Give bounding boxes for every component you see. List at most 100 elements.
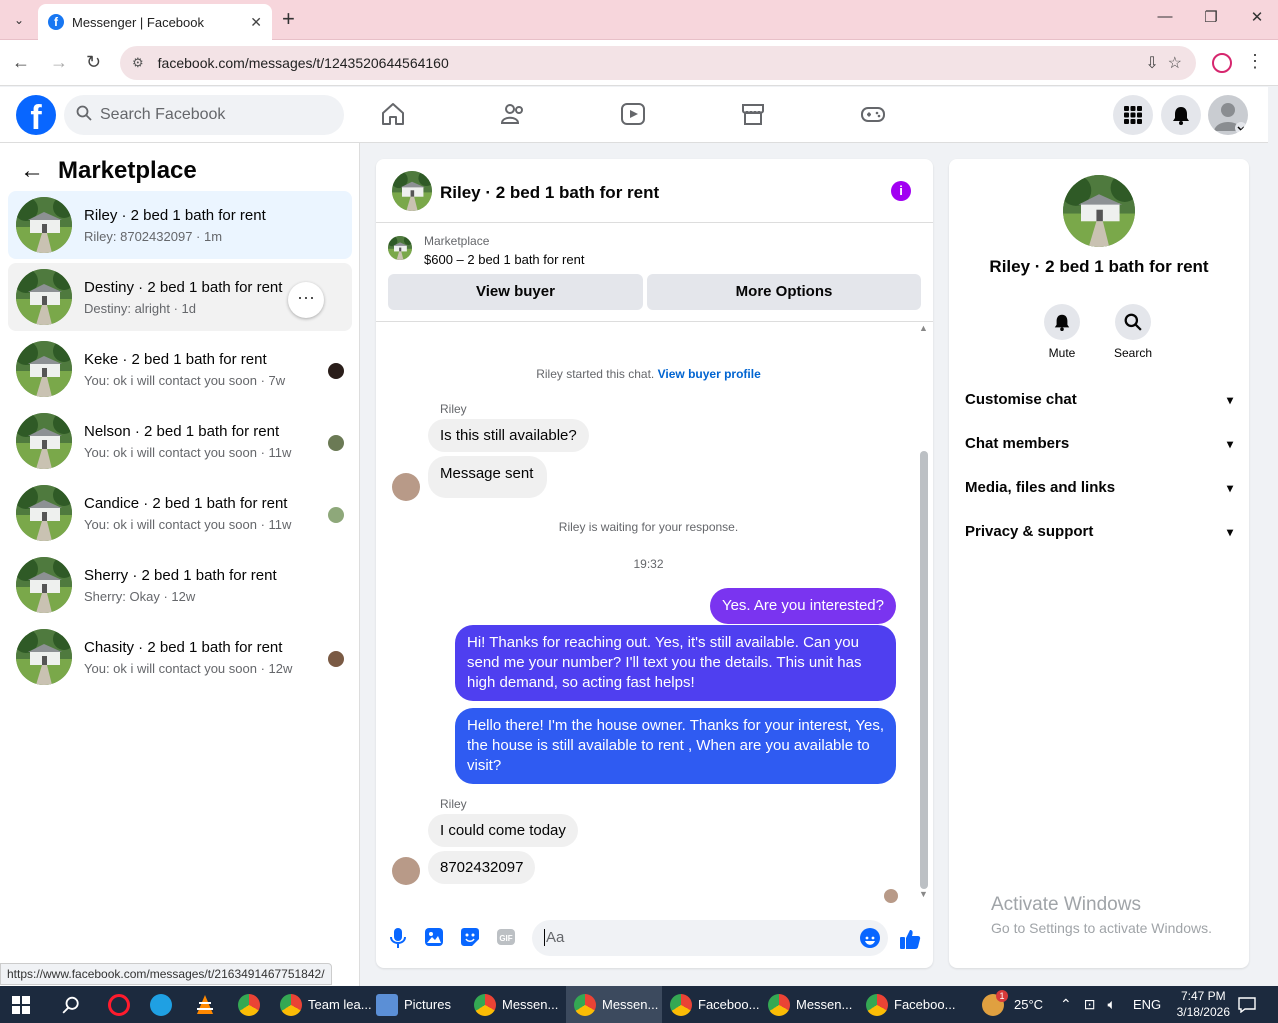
scroll-down-arrow-icon[interactable]: ▼	[919, 889, 928, 899]
facebook-logo-icon[interactable]: f	[16, 95, 56, 137]
incoming-message[interactable]: 8702432097	[428, 851, 536, 884]
conversation-item[interactable]: Keke · 2 bed 1 bath for rent You: ok i w…	[8, 335, 352, 403]
conversation-list-panel: ← Marketplace Riley · 2 bed 1 bath for r…	[0, 143, 360, 986]
friends-icon[interactable]	[500, 101, 528, 129]
microphone-icon[interactable]	[388, 927, 410, 949]
incoming-message[interactable]: Message sent	[428, 456, 548, 498]
chat-members-row[interactable]: Chat members ▾	[965, 426, 1233, 462]
marketplace-icon[interactable]	[740, 101, 768, 129]
taskbar-app[interactable]: Messen...	[768, 986, 856, 1023]
chat-info-avatar	[1063, 175, 1135, 247]
taskbar-app[interactable]: Pictures	[376, 986, 464, 1023]
chevron-up-icon[interactable]: ⌃	[1060, 996, 1072, 1013]
listing-thumbnail	[16, 485, 72, 541]
tray-icons[interactable]: ⌃ ⊡ 🔈︎	[1060, 986, 1128, 1023]
svg-text:GIF: GIF	[499, 934, 512, 943]
facebook-header: f Search Facebook	[0, 87, 1268, 143]
video-icon[interactable]	[620, 101, 648, 129]
outgoing-message[interactable]: Yes. Are you interested?	[709, 588, 896, 624]
forward-button[interactable]: →	[50, 52, 68, 73]
scroll-up-arrow-icon[interactable]: ▲	[919, 323, 928, 333]
privacy-support-row[interactable]: Privacy & support ▾	[965, 514, 1233, 550]
more-options-button[interactable]: More Options	[647, 274, 921, 310]
close-tab-icon[interactable]: ✕	[250, 14, 262, 31]
tab-title: Messenger | Facebook	[72, 14, 204, 30]
account-avatar[interactable]	[1208, 95, 1248, 135]
chat-avatar[interactable]	[392, 171, 432, 211]
taskbar-app[interactable]: Faceboo...	[866, 986, 955, 1023]
scrollbar-thumb[interactable]	[920, 451, 928, 889]
search-label: Search	[1113, 346, 1153, 360]
more-options-icon[interactable]: ···	[288, 282, 324, 318]
conversation-preview: Riley: 8702432097 · 1m	[84, 229, 223, 244]
browser-tab[interactable]: f Messenger | Facebook ✕	[38, 4, 272, 40]
media-files-links-row[interactable]: Media, files and links ▾	[965, 470, 1233, 506]
notification-center-icon[interactable]	[1238, 986, 1256, 1023]
taskbar-app-active[interactable]: Messen...	[566, 986, 662, 1023]
view-buyer-profile-link[interactable]: View buyer profile	[658, 367, 761, 381]
taskbar-app[interactable]: Messen...	[474, 986, 562, 1023]
conversation-preview: You: ok i will contact you soon · 12w	[84, 661, 293, 676]
conversation-item[interactable]: Candice · 2 bed 1 bath for rent You: ok …	[8, 479, 352, 547]
incoming-message[interactable]: I could come today	[428, 814, 578, 847]
chrome-icon[interactable]	[238, 986, 266, 1023]
sticker-icon[interactable]	[460, 927, 482, 949]
menu-grid-icon[interactable]	[1113, 95, 1153, 135]
view-buyer-button[interactable]: View buyer	[388, 274, 643, 310]
emoji-icon[interactable]	[860, 928, 880, 948]
seen-avatar	[328, 651, 344, 667]
chat-title[interactable]: Riley · 2 bed 1 bath for rent	[440, 183, 659, 203]
conversation-item[interactable]: Chasity · 2 bed 1 bath for rent You: ok …	[8, 623, 352, 691]
maximize-button[interactable]: ❐	[1188, 8, 1234, 26]
volume-icon[interactable]: 🔈︎	[1107, 996, 1115, 1013]
message-input[interactable]: Aa	[532, 920, 888, 956]
taskbar-app[interactable]: Faceboo...	[670, 986, 760, 1023]
info-icon[interactable]: i	[891, 181, 911, 201]
start-button[interactable]	[12, 986, 30, 1023]
conversation-preview: You: ok i will contact you soon · 11w	[84, 445, 292, 460]
gif-icon[interactable]: GIF	[496, 927, 518, 949]
network-icon[interactable]: ⊡	[1084, 996, 1096, 1013]
conversation-item[interactable]: Riley · 2 bed 1 bath for rent Riley: 870…	[8, 191, 352, 259]
bookmark-star-icon[interactable]: ⇩ ☆	[1145, 53, 1182, 73]
gaming-icon[interactable]	[860, 101, 888, 129]
home-icon[interactable]	[380, 101, 408, 129]
new-tab-button[interactable]: +	[282, 6, 295, 32]
weather-widget[interactable]: 1 25°C	[982, 986, 1043, 1023]
conversation-item[interactable]: Nelson · 2 bed 1 bath for rent You: ok i…	[8, 407, 352, 475]
url-bar[interactable]: ⚙ facebook.com/messages/t/12435206445641…	[120, 46, 1196, 80]
taskbar-app[interactable]: Team lea...	[280, 986, 372, 1023]
opera-icon[interactable]	[108, 986, 136, 1023]
language-indicator[interactable]: ENG	[1133, 986, 1161, 1023]
photo-icon[interactable]	[424, 927, 446, 949]
customise-chat-row[interactable]: Customise chat ▾	[965, 382, 1233, 418]
back-arrow-icon[interactable]: ←	[20, 157, 44, 185]
conversation-item[interactable]: Destiny · 2 bed 1 bath for rent Destiny:…	[8, 263, 352, 331]
search-in-chat-button[interactable]: Search	[1103, 304, 1163, 360]
browser-menu-icon[interactable]: ⋮	[1246, 51, 1264, 72]
clock[interactable]: 7:47 PM 3/18/2026	[1177, 988, 1230, 1020]
panel-header: ← Marketplace	[20, 157, 197, 185]
outgoing-message[interactable]: Hello there! I'm the house owner. Thanks…	[455, 708, 896, 784]
taskbar-app-label: Faceboo...	[698, 997, 760, 1012]
reload-button[interactable]: ↻	[86, 52, 101, 73]
search-icon[interactable]	[62, 986, 80, 1023]
tab-search-chevron-icon[interactable]: ⌄	[6, 8, 32, 32]
back-button[interactable]: ←	[12, 52, 30, 73]
thumbs-up-icon[interactable]	[898, 927, 921, 949]
profile-extension-icon[interactable]	[1212, 53, 1232, 73]
vlc-icon[interactable]	[194, 986, 216, 1023]
marketplace-listing-bar: Marketplace $600 – 2 bed 1 bath for rent…	[376, 224, 933, 322]
notifications-bell-icon[interactable]	[1161, 95, 1201, 135]
close-window-button[interactable]: ✕	[1234, 8, 1278, 26]
incoming-message[interactable]: Is this still available?	[428, 419, 589, 452]
activate-windows-subtitle: Go to Settings to activate Windows.	[991, 920, 1212, 936]
facebook-search-input[interactable]: Search Facebook	[64, 95, 344, 135]
edge-icon[interactable]	[150, 986, 178, 1023]
search-icon	[76, 105, 92, 125]
minimize-button[interactable]: —	[1142, 8, 1188, 25]
outgoing-message[interactable]: Hi! Thanks for reaching out. Yes, it's s…	[455, 625, 896, 701]
site-settings-icon[interactable]: ⚙	[132, 55, 144, 71]
mute-button[interactable]: Mute	[1032, 304, 1092, 360]
conversation-item[interactable]: Sherry · 2 bed 1 bath for rent Sherry: O…	[8, 551, 352, 619]
